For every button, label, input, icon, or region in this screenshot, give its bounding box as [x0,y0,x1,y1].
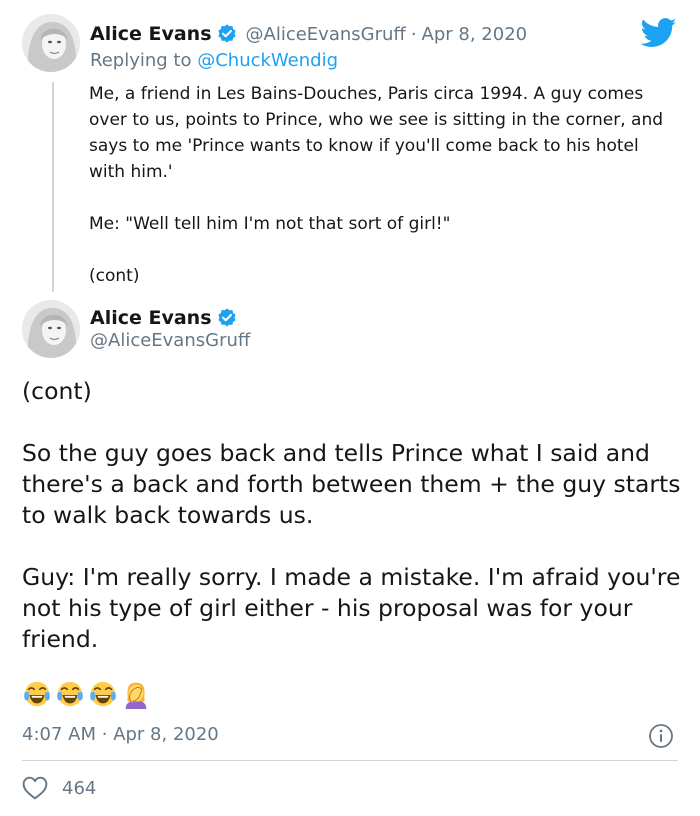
like-count: 464 [62,777,97,799]
reply-tweet[interactable]: Alice Evans @AliceEvansGruff · Apr 8, 20… [0,0,700,300]
tweet-timestamp[interactable]: 4:07 AM · Apr 8, 2020 [22,724,219,745]
tweet-time: 4:07 AM [22,724,96,745]
twitter-bird-icon[interactable] [641,17,677,49]
author-handle[interactable]: @AliceEvansGruff [90,330,250,351]
separator-dot: · [410,23,417,45]
replying-mention-link[interactable]: @ChuckWendig [197,50,338,71]
replying-to: Replying to @ChuckWendig [90,50,338,71]
emoji-row [22,679,151,709]
divider [22,760,678,761]
tweet-paragraph: Me, a friend in Les Bains-Douches, Paris… [89,84,664,182]
info-icon[interactable] [648,723,674,749]
avatar[interactable] [22,14,80,72]
tweet-paragraph: (cont) [89,266,140,286]
tweet-header: Alice Evans @AliceEvansGruff · Apr 8, 20… [90,21,527,47]
author-handle[interactable]: @AliceEvansGruff [246,24,406,45]
main-tweet: Alice Evans @AliceEvansGruff (cont) So t… [0,292,700,816]
thread-line [52,82,54,292]
tears-of-joy-emoji-icon [57,681,83,707]
tweet-text: (cont) So the guy goes back and tells Pr… [22,376,682,655]
facepalm-emoji-icon [125,682,147,709]
heart-icon[interactable] [22,776,48,800]
verified-badge-icon [217,308,236,327]
author-name[interactable]: Alice Evans [90,23,212,45]
separator-dot: · [101,724,114,745]
tweet-date[interactable]: Apr 8, 2020 [422,24,528,45]
tears-of-joy-emoji-icon [90,681,116,707]
tweet-paragraph: (cont) [22,377,92,405]
tweet-paragraph: Guy: I'm really sorry. I made a mistake.… [22,563,681,653]
verified-badge-icon [217,24,236,43]
author-name[interactable]: Alice Evans [90,307,212,329]
avatar[interactable] [22,300,80,358]
tweet-paragraph: So the guy goes back and tells Prince wh… [22,439,681,529]
tweet-paragraph: Me: "Well tell him I'm not that sort of … [89,214,451,234]
tears-of-joy-emoji-icon [24,681,50,707]
like-button[interactable]: 464 [22,776,96,800]
tweet-text: Me, a friend in Les Bains-Douches, Paris… [89,81,669,289]
tweet-date: Apr 8, 2020 [113,724,219,745]
replying-label: Replying to [90,50,192,71]
tweet-header: Alice Evans [90,305,238,331]
